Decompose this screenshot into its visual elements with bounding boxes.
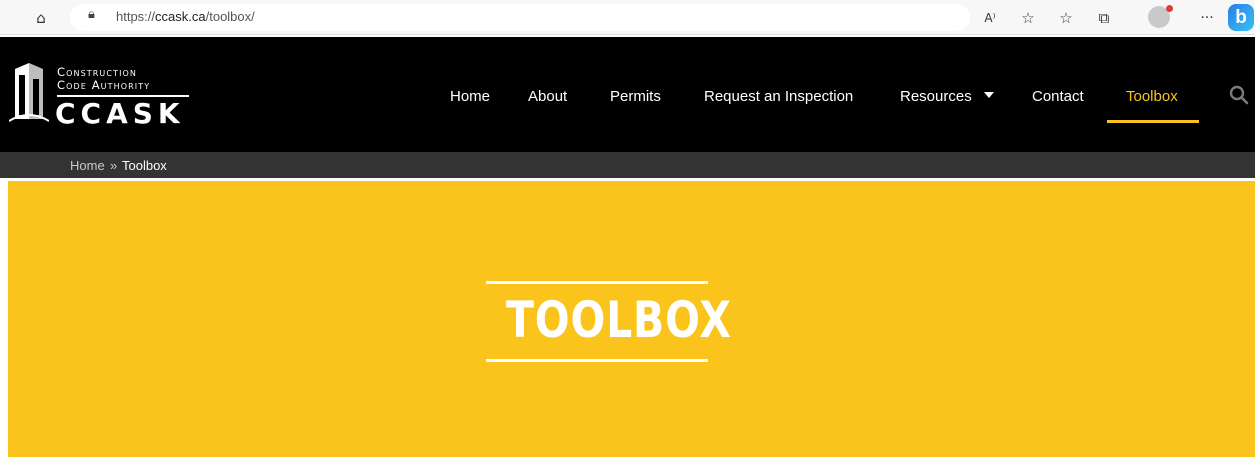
more-icon[interactable]: ··· — [1195, 6, 1219, 30]
nav-toolbox[interactable]: Toolbox — [1126, 88, 1178, 105]
nav-about[interactable]: About — [528, 88, 567, 105]
active-nav-indicator — [1107, 120, 1199, 123]
add-favorite-icon[interactable]: ☆ — [1016, 6, 1040, 30]
collections-icon[interactable]: ⧉ — [1092, 6, 1116, 30]
breadcrumb-current: Toolbox — [122, 158, 167, 173]
breadcrumb: Home » Toolbox — [0, 152, 1255, 178]
favorites-icon[interactable]: ☆ — [1054, 6, 1078, 30]
site-logo[interactable]: Construction Code Authority CCASK — [9, 59, 194, 131]
breadcrumb-separator: » — [110, 158, 118, 173]
nav-permits[interactable]: Permits — [610, 88, 661, 105]
bing-icon[interactable]: b — [1228, 4, 1254, 31]
nav-request-inspection[interactable]: Request an Inspection — [704, 88, 853, 105]
hero-rule-top — [486, 281, 708, 284]
home-icon[interactable]: ⌂ — [29, 6, 53, 30]
nav-resources[interactable]: Resources — [900, 88, 972, 105]
search-icon[interactable] — [1229, 85, 1249, 105]
hero-rule-bottom — [486, 359, 708, 362]
chevron-down-icon[interactable] — [984, 92, 994, 98]
logo-line-code-authority: Code Authority — [57, 78, 151, 92]
browser-toolbar: ⌂ 🔒︎ https://ccask.ca/toolbox/ A⁾ ☆ ☆ ⧉ … — [0, 0, 1255, 35]
breadcrumb-home-link[interactable]: Home — [70, 158, 105, 173]
page-title: TOOLBOX — [505, 291, 732, 349]
notification-dot — [1166, 5, 1173, 12]
site-header: Construction Code Authority CCASK Home A… — [0, 37, 1255, 152]
read-aloud-icon[interactable]: A⁾ — [978, 6, 1002, 30]
lock-icon[interactable]: 🔒︎ — [88, 7, 104, 27]
logo-line-construction: Construction — [57, 65, 138, 79]
url-text[interactable]: https://ccask.ca/toolbox/ — [116, 9, 255, 24]
logo-wordmark: CCASK — [55, 97, 185, 130]
building-logo-icon — [9, 63, 49, 122]
nav-home[interactable]: Home — [450, 88, 490, 105]
hero-banner: TOOLBOX — [8, 181, 1255, 457]
nav-contact[interactable]: Contact — [1032, 88, 1084, 105]
